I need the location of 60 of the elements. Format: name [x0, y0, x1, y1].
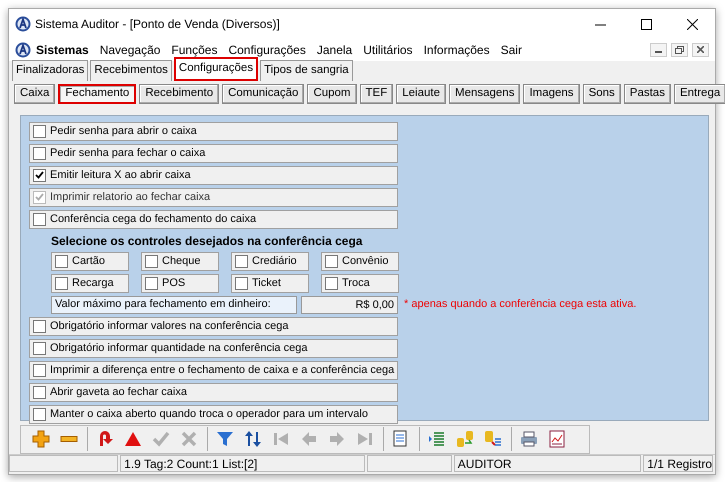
close-icon[interactable] [686, 18, 698, 30]
checkmark-icon [35, 171, 44, 180]
checkbox-option[interactable]: Troca [321, 274, 399, 293]
tab[interactable]: Leiaute [396, 84, 446, 104]
checkbox-option[interactable]: Obrigatório informar quantidade na conferência cega [29, 338, 398, 358]
tab[interactable]: Recebimentos [90, 60, 172, 81]
tab[interactable]: TEF [360, 84, 394, 104]
tab[interactable]: Finalizadoras [12, 60, 88, 81]
tab[interactable]: Recebimento [139, 84, 220, 104]
tab[interactable]: Mensagens [448, 84, 520, 104]
checkbox-option[interactable]: Abrir gaveta ao fechar caixa [29, 382, 398, 402]
status-text: 1/1 Registro [643, 455, 713, 472]
window-title: Sistema Auditor - [Ponto de Venda (Diversos)] [35, 16, 280, 33]
restore-icon [675, 46, 684, 54]
checkbox-option[interactable]: POS [141, 274, 219, 293]
checkbox-option[interactable]: Recarga [51, 274, 129, 293]
close-icon [697, 46, 704, 54]
value-field[interactable]: R$ 0,00 [301, 296, 398, 314]
mdi-restore-button[interactable] [671, 42, 688, 57]
tab[interactable]: Configurações [174, 57, 258, 81]
checkbox-option[interactable]: Imprimir a diferença entre o fechamento de caixa e a conferência cega [29, 360, 398, 380]
tab[interactable]: Entrega [674, 84, 725, 104]
tab[interactable]: Cupom [307, 84, 357, 104]
tab[interactable]: Pastas [624, 84, 671, 104]
checkbox-option[interactable]: Manter o caixa aberto quando troca o operador para um intervalo [29, 404, 398, 424]
field-label: Valor máximo para fechamento em dinheiro: [51, 296, 297, 314]
checkbox-option[interactable]: Emitir leitura X ao abrir caixa [29, 166, 398, 185]
menu-item[interactable]: Navegação [100, 40, 160, 59]
checkbox-option[interactable]: Obrigatório informar valores na conferência cega [29, 316, 398, 336]
app-logo-icon [15, 16, 31, 32]
menu-item[interactable]: Sair [500, 40, 522, 59]
tab[interactable]: Caixa [14, 84, 56, 104]
tab[interactable]: Tipos de sangria [260, 60, 353, 81]
checkbox-option[interactable]: Conferência cega do fechamento do caixa [29, 210, 398, 229]
note-text: * apenas quando a conferência cega esta ativa. [404, 297, 636, 312]
checkbox-option[interactable]: Cartão [51, 252, 129, 271]
checkbox-option[interactable]: Crediário [231, 252, 309, 271]
checkbox-option[interactable]: Convênio [321, 252, 399, 271]
tab[interactable]: Imagens [523, 84, 580, 104]
tab[interactable]: Sons [582, 84, 621, 104]
menu-item[interactable]: Janela [316, 40, 352, 59]
menu-item[interactable]: Utilitários [363, 40, 413, 59]
menu-item[interactable]: Sistemas [36, 40, 89, 59]
tab[interactable]: Fechamento [58, 84, 136, 104]
menu-item[interactable]: Informações [424, 40, 490, 59]
checkmark-icon [35, 193, 44, 202]
menu-item[interactable]: Funções [171, 40, 218, 59]
menu-item[interactable]: Configurações [228, 40, 306, 59]
section-heading: Selecione os controles desejados na conferência cega [51, 232, 364, 250]
app-logo-icon [15, 42, 31, 58]
status-text: AUDITOR [454, 455, 642, 472]
mdi-minimize-button[interactable] [650, 42, 667, 57]
mdi-close-button[interactable] [692, 42, 709, 57]
checkbox-option[interactable]: Ticket [231, 274, 309, 293]
checkbox-option[interactable]: Pedir senha para fechar o caixa [29, 144, 398, 163]
checkbox-option[interactable]: Cheque [141, 252, 219, 271]
status-text: 1.9 Tag:2 Count:1 List:[2] [120, 455, 365, 472]
checkbox-option[interactable]: Pedir senha para abrir o caixa [29, 122, 398, 141]
tab[interactable]: Comunicação [222, 84, 304, 104]
maximize-icon[interactable] [640, 18, 652, 30]
